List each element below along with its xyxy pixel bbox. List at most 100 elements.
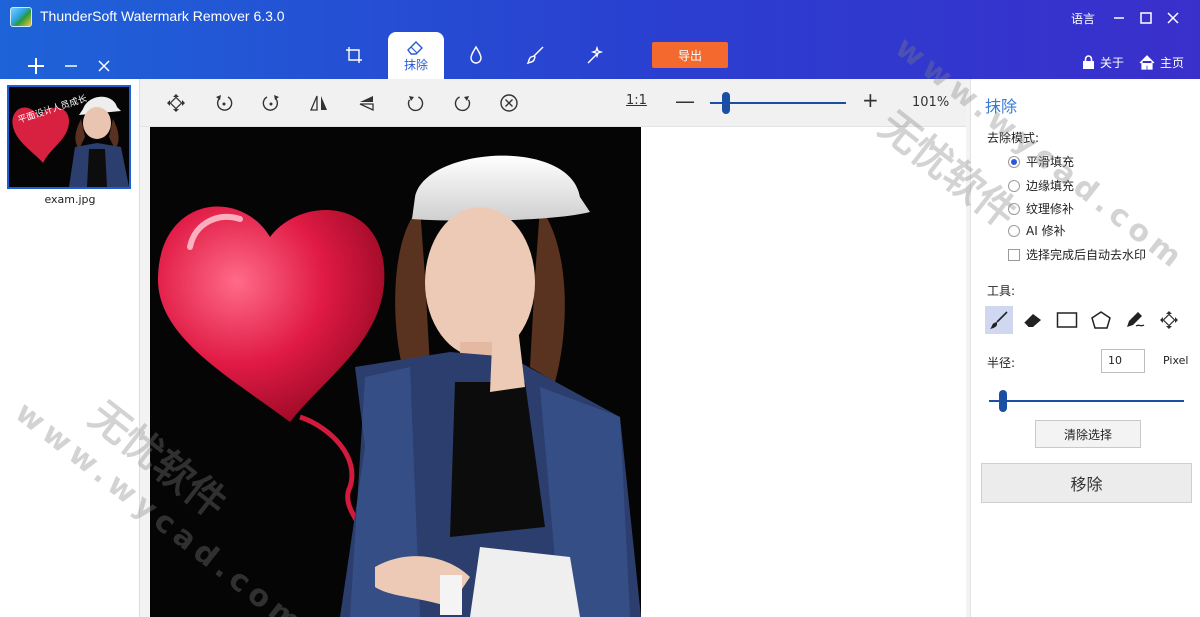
clear-selection-button[interactable]: 清除选择 <box>1035 420 1141 448</box>
clear-files-button[interactable] <box>92 54 116 78</box>
thumbnail-panel: 平面设计人员成长 exam.jpg <box>0 79 140 617</box>
radius-slider-thumb[interactable] <box>998 390 1007 412</box>
flip-horizontal-button[interactable] <box>307 91 331 115</box>
auto-remove-checkbox-row[interactable]: 选择完成后自动去水印 <box>1008 246 1146 263</box>
image-preview[interactable] <box>150 127 641 617</box>
auto-remove-checkbox[interactable] <box>1008 248 1020 261</box>
title-bar: ThunderSoft Watermark Remover 6.3.0 语言 抹… <box>0 0 1200 79</box>
thumbnail-item[interactable]: 平面设计人员成长 <box>7 85 131 189</box>
rectangle-tool-button[interactable] <box>1053 306 1081 334</box>
mode-option-label: 纹理修补 <box>1026 202 1075 216</box>
home-icon <box>1139 55 1155 70</box>
flip-vertical-button[interactable] <box>355 91 379 115</box>
plus-icon <box>28 58 44 74</box>
minimize-button[interactable] <box>1106 6 1132 30</box>
tab-erase-label: 抹除 <box>403 57 428 72</box>
drop-icon <box>470 45 482 64</box>
brush-icon <box>990 311 1008 329</box>
zoom-slider-thumb[interactable] <box>722 92 731 114</box>
mode-option-edge[interactable]: 边缘填充 <box>1008 177 1074 194</box>
undo-icon <box>407 96 424 112</box>
close-icon <box>1167 12 1179 24</box>
mode-option-label: AI 修补 <box>1026 224 1066 238</box>
tools-label: 工具: <box>987 284 1016 298</box>
radio-button[interactable] <box>1008 155 1020 168</box>
image-toolbar: 1:1 — + 101% <box>140 79 966 127</box>
polygon-tool-button[interactable] <box>1087 306 1115 334</box>
minus-icon <box>65 65 77 67</box>
undo-button[interactable] <box>404 91 428 115</box>
rotate-right-icon <box>262 95 279 111</box>
fit-button[interactable] <box>164 91 188 115</box>
mode-option-smooth[interactable]: 平滑填充 <box>1008 153 1074 170</box>
about-link[interactable]: 关于 <box>1082 54 1124 71</box>
radio-button[interactable] <box>1008 179 1020 192</box>
export-button[interactable]: 导出 <box>652 42 728 68</box>
minimize-icon <box>1114 17 1124 19</box>
close-icon <box>98 60 110 72</box>
zoom-percent: 101% <box>912 95 950 110</box>
magic-wand-icon <box>587 45 604 64</box>
rotate-left-icon <box>216 95 233 111</box>
mode-option-label: 平滑填充 <box>1026 155 1075 169</box>
redo-button[interactable] <box>450 91 474 115</box>
tab-brush[interactable] <box>508 32 564 78</box>
home-label: 主页 <box>1160 56 1185 70</box>
circle-close-icon <box>500 94 518 112</box>
remove-button[interactable]: 移除 <box>981 463 1192 503</box>
tab-crop[interactable] <box>326 32 382 78</box>
pen-tool-button[interactable] <box>1121 306 1149 334</box>
redo-icon <box>454 96 471 112</box>
language-menu[interactable]: 语言 <box>1071 10 1095 27</box>
mode-label: 去除模式: <box>987 131 1040 145</box>
radio-button[interactable] <box>1008 224 1020 237</box>
move-tool-button[interactable] <box>1155 306 1183 334</box>
tab-blur[interactable] <box>448 32 504 78</box>
rectangle-icon <box>1056 312 1078 328</box>
radius-unit: Pixel <box>1163 354 1189 367</box>
brush-tool-button[interactable] <box>985 306 1013 334</box>
radius-input[interactable]: 10 <box>1101 349 1145 373</box>
flip-vertical-icon <box>359 96 374 112</box>
mode-option-label: 边缘填充 <box>1026 179 1075 193</box>
zoom-slider[interactable] <box>710 102 846 104</box>
eraser-tool-button[interactable] <box>1019 306 1047 334</box>
tab-erase[interactable]: 抹除 <box>388 32 444 79</box>
maximize-button[interactable] <box>1133 6 1159 30</box>
eraser-icon <box>407 40 423 55</box>
radio-button[interactable] <box>1008 202 1020 215</box>
maximize-icon <box>1140 12 1152 24</box>
thumbnail-image: 平面设计人员成长 <box>9 87 129 187</box>
pen-icon <box>1127 312 1145 327</box>
tab-magic[interactable] <box>568 32 624 78</box>
cancel-button[interactable] <box>497 91 521 115</box>
brush-icon <box>526 46 544 65</box>
rotate-left-button[interactable] <box>212 91 236 115</box>
erase-settings-panel: 抹除 去除模式: 平滑填充 边缘填充 纹理修补 AI 修补 选择完成后自动去水印… <box>970 79 1200 617</box>
app-logo-icon <box>10 7 32 27</box>
move-icon <box>1160 311 1178 329</box>
mode-option-ai[interactable]: AI 修补 <box>1008 222 1066 239</box>
add-file-button[interactable] <box>24 54 48 78</box>
zoom-out-button[interactable]: — <box>675 89 695 113</box>
zoom-in-button[interactable]: + <box>862 88 879 112</box>
close-button[interactable] <box>1160 6 1186 30</box>
move-icon <box>167 94 185 112</box>
radius-label: 半径: <box>987 356 1016 370</box>
home-link[interactable]: 主页 <box>1139 54 1184 71</box>
app-title: ThunderSoft Watermark Remover 6.3.0 <box>40 8 285 24</box>
mode-option-texture[interactable]: 纹理修补 <box>1008 200 1074 217</box>
flip-horizontal-icon <box>310 95 327 111</box>
image-canvas[interactable] <box>150 127 966 617</box>
crop-icon <box>346 47 362 63</box>
actual-size-button[interactable]: 1:1 <box>626 93 647 108</box>
radius-slider[interactable] <box>989 400 1184 402</box>
remove-file-button[interactable] <box>59 54 83 78</box>
auto-remove-label: 选择完成后自动去水印 <box>1026 248 1147 262</box>
lock-icon <box>1083 55 1094 69</box>
about-label: 关于 <box>1100 56 1125 70</box>
rotate-right-button[interactable] <box>259 91 283 115</box>
photo-illustration <box>150 127 641 617</box>
polygon-icon <box>1091 311 1111 329</box>
thumbnail-filename: exam.jpg <box>44 193 96 206</box>
